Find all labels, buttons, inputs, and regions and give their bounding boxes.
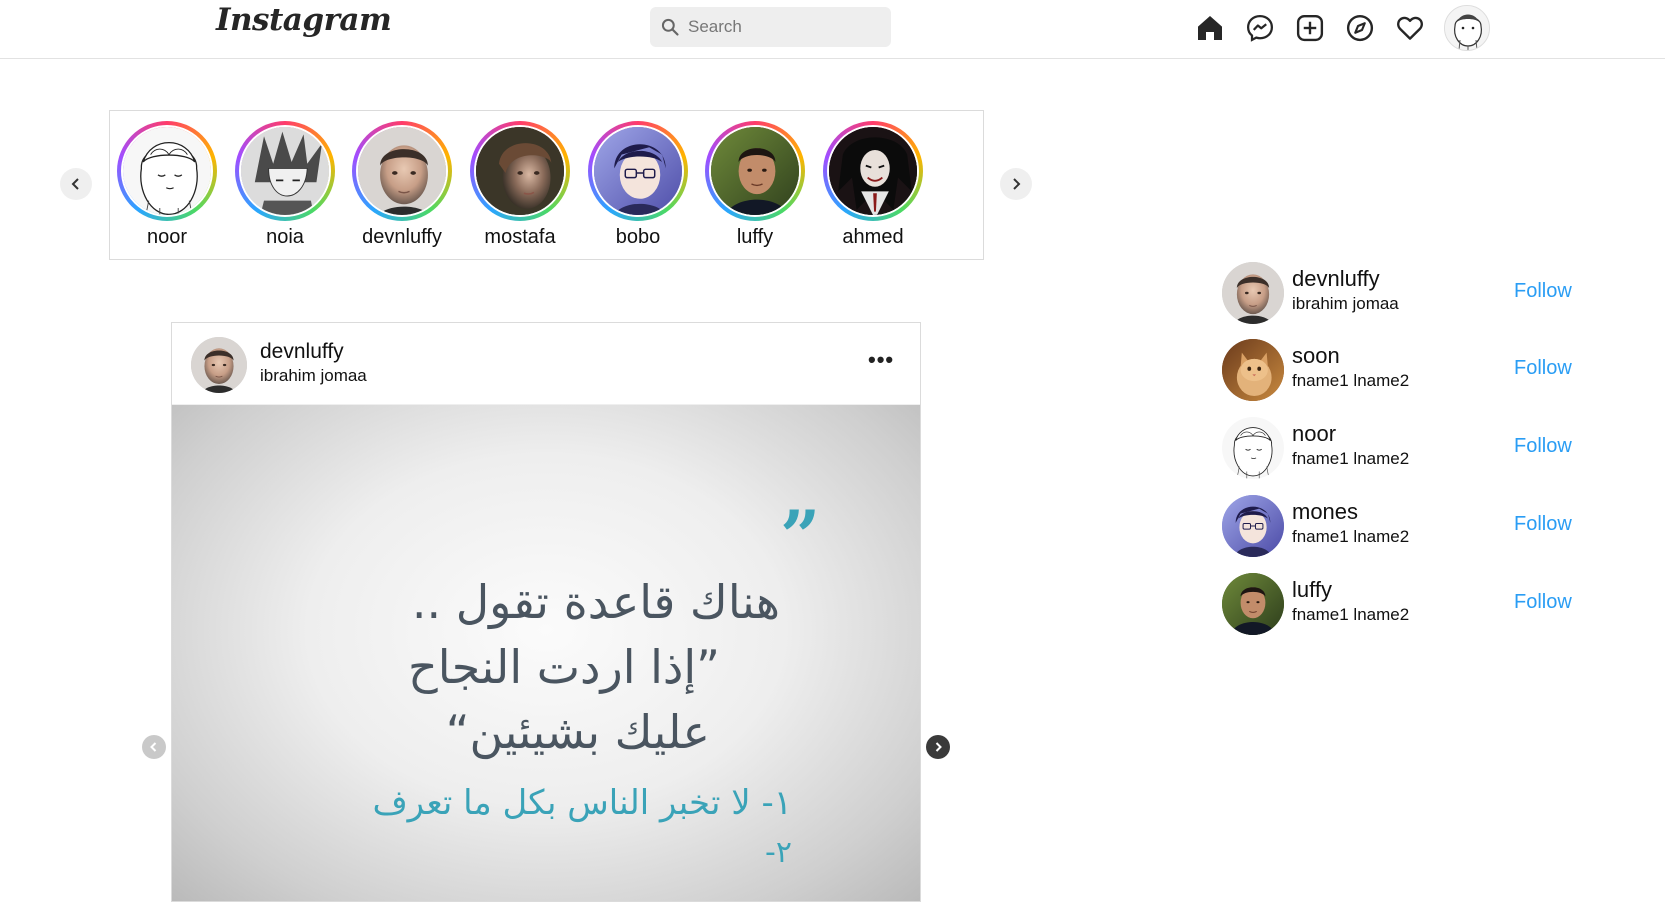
messenger-icon[interactable] (1243, 11, 1277, 45)
chevron-left-icon (150, 742, 157, 752)
search-box[interactable] (650, 7, 891, 47)
story-username: ahmed (842, 226, 904, 248)
stories-prev-button[interactable] (60, 168, 92, 200)
story-username: mostafa (484, 226, 556, 248)
follow-button[interactable]: Follow (1514, 357, 1572, 380)
feed-post: devnluffy ibrahim jomaa ••• ” هناك قاعدة… (171, 322, 921, 902)
suggestion-fullname: fname1 lname2 (1292, 449, 1410, 468)
suggestion-row-soon: soon fname1 lname2 Follow (1222, 339, 1582, 403)
post-image-text-line: ”إذا اردت النجاح (408, 640, 720, 694)
search-icon (661, 18, 679, 36)
suggestion-avatar[interactable] (1222, 339, 1284, 401)
story-ring (470, 121, 570, 221)
story-item-noia[interactable]: noia (230, 121, 340, 249)
suggestion-row-devnluffy: devnluffy ibrahim jomaa Follow (1222, 262, 1582, 326)
story-item-ahmed[interactable]: ahmed (818, 121, 928, 249)
explore-icon[interactable] (1343, 11, 1377, 45)
chevron-left-icon (71, 178, 79, 190)
story-item-devnluffy[interactable]: devnluffy (347, 121, 457, 249)
new-post-icon[interactable] (1293, 11, 1327, 45)
story-avatar (121, 125, 213, 217)
quote-mark: ” (780, 495, 821, 578)
follow-button[interactable]: Follow (1514, 435, 1572, 458)
story-avatar (827, 125, 919, 217)
post-author-avatar[interactable] (191, 337, 247, 393)
profile-avatar[interactable] (1444, 5, 1490, 51)
post-image-text-line: ١- لا تخبر الناس بكل ما تعرف (372, 783, 792, 823)
suggestion-fullname: ibrahim jomaa (1292, 294, 1399, 313)
follow-button[interactable]: Follow (1514, 591, 1572, 614)
suggestion-username[interactable]: luffy (1292, 577, 1332, 603)
suggestion-avatar[interactable] (1222, 573, 1284, 635)
story-avatar (709, 125, 801, 217)
story-ring (235, 121, 335, 221)
chevron-right-icon (935, 742, 942, 752)
post-author-fullname: ibrahim jomaa (260, 366, 367, 385)
story-ring (588, 121, 688, 221)
story-username: luffy (736, 226, 774, 248)
post-image-text-line: هناك قاعدة تقول .. (411, 575, 780, 629)
suggestion-username[interactable]: mones (1292, 499, 1358, 525)
suggestion-username[interactable]: soon (1292, 343, 1340, 369)
story-avatar (356, 125, 448, 217)
suggestion-fullname: fname1 lname2 (1292, 371, 1410, 390)
post-more-options-button[interactable]: ••• (868, 347, 894, 373)
home-icon[interactable] (1193, 11, 1227, 45)
story-ring (117, 121, 217, 221)
suggestion-row-mones: mones fname1 lname2 Follow (1222, 495, 1582, 559)
post-image[interactable]: ” هناك قاعدة تقول .. ”إذا اردت النجاح عل… (172, 405, 920, 901)
story-ring (823, 121, 923, 221)
story-ring (705, 121, 805, 221)
story-ring (352, 121, 452, 221)
story-avatar (239, 125, 331, 217)
instagram-logo[interactable]: Instagram (216, 2, 392, 38)
post-author-username[interactable]: devnluffy (260, 340, 344, 364)
suggestion-avatar[interactable] (1222, 417, 1284, 479)
stories-next-button[interactable] (1000, 168, 1032, 200)
post-header: devnluffy ibrahim jomaa ••• (172, 323, 920, 405)
story-username: noia (266, 226, 304, 248)
story-item-mostafa[interactable]: mostafa (465, 121, 575, 249)
story-avatar (592, 125, 684, 217)
suggestion-fullname: fname1 lname2 (1292, 605, 1410, 624)
story-username: devnluffy (362, 226, 442, 248)
search-input[interactable] (688, 17, 878, 37)
top-navigation-bar: Instagram (0, 0, 1665, 59)
story-username: bobo (615, 226, 661, 248)
follow-button[interactable]: Follow (1514, 513, 1572, 536)
story-avatar (474, 125, 566, 217)
suggestion-row-luffy: luffy fname1 lname2 Follow (1222, 573, 1582, 637)
carousel-next-button[interactable] (926, 735, 950, 759)
story-item-bobo[interactable]: bobo (583, 121, 693, 249)
story-item-noor[interactable]: noor (112, 121, 222, 249)
activity-heart-icon[interactable] (1393, 11, 1427, 45)
follow-button[interactable]: Follow (1514, 280, 1572, 303)
story-item-luffy[interactable]: luffy (700, 121, 810, 249)
suggestion-username[interactable]: devnluffy (1292, 266, 1380, 292)
post-image-text-line: عليك بشيئين“ (445, 705, 710, 759)
chevron-right-icon (1013, 178, 1021, 190)
story-username: noor (146, 226, 188, 248)
suggestion-row-noor: noor fname1 lname2 Follow (1222, 417, 1582, 481)
suggestion-username[interactable]: noor (1292, 421, 1336, 447)
suggestion-avatar[interactable] (1222, 495, 1284, 557)
suggestion-fullname: fname1 lname2 (1292, 527, 1410, 546)
post-image-text-line: ٢- (765, 835, 792, 870)
stories-tray: noor noia devnluffy mostafa bobo luffy a… (109, 110, 984, 260)
suggestion-avatar[interactable] (1222, 262, 1284, 324)
carousel-prev-button[interactable] (142, 735, 166, 759)
